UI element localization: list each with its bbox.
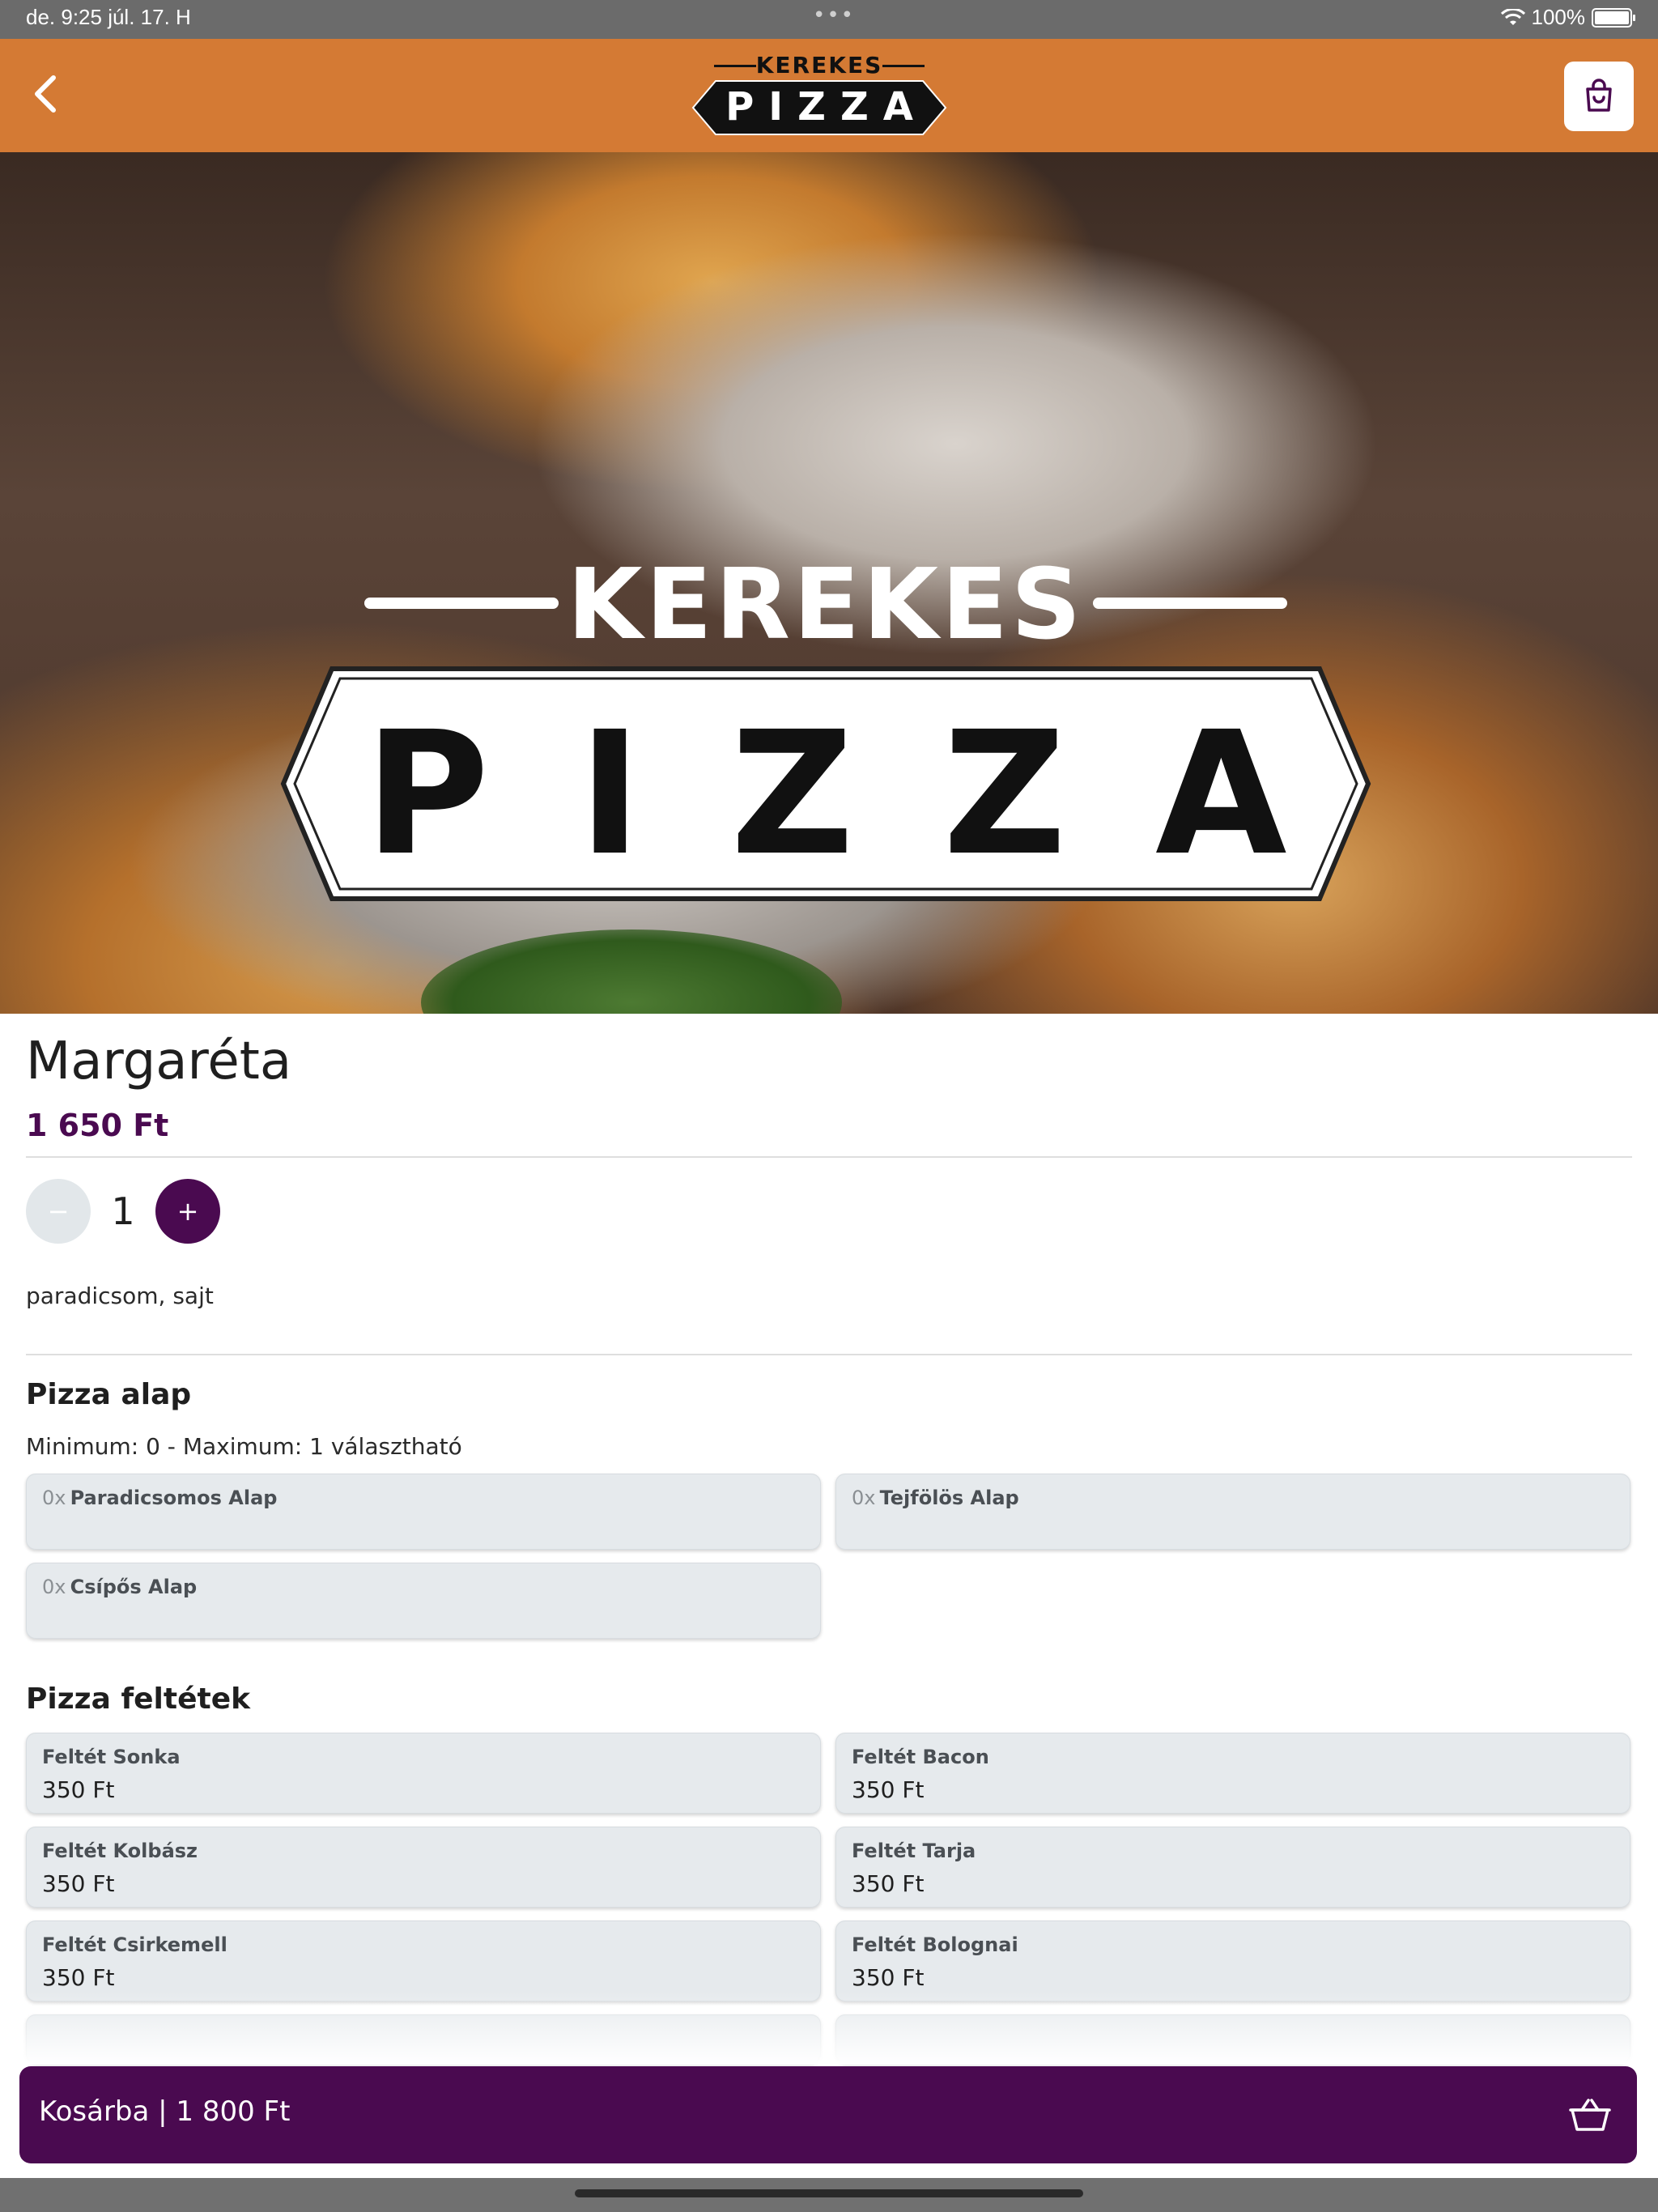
- cart-button[interactable]: [1564, 62, 1634, 131]
- shopping-bag-icon: [1586, 79, 1612, 112]
- status-bar: de. 9:25 júl. 17. H ••• 100%: [0, 0, 1658, 39]
- wifi-icon: [1500, 8, 1525, 25]
- base-section-subtitle: Minimum: 0 - Maximum: 1 választható: [26, 1433, 462, 1460]
- divider: [26, 1156, 1632, 1158]
- home-indicator-bar: [0, 2178, 1658, 2212]
- product-title: Margaréta: [26, 1032, 292, 1091]
- add-to-cart-button[interactable]: Kosárba | 1 800 Ft: [19, 2066, 1637, 2163]
- divider: [26, 1354, 1632, 1355]
- hero-logo: KEREKES PIZZA: [275, 395, 1376, 913]
- option-csipos-alap[interactable]: 0x Csípős Alap: [26, 1563, 821, 1639]
- topping-kolbasz[interactable]: Feltét Kolbász 350 Ft: [26, 1827, 821, 1908]
- topping-tarja[interactable]: Feltét Tarja 350 Ft: [835, 1827, 1630, 1908]
- decrease-quantity-button[interactable]: −: [26, 1179, 91, 1244]
- toppings-section-title: Pizza feltétek: [26, 1682, 251, 1716]
- header-logo-main: PIZZA: [725, 84, 928, 130]
- back-arrow-icon[interactable]: [23, 70, 71, 118]
- hero-logo-top: KEREKES: [567, 549, 1085, 661]
- add-to-cart-label: Kosárba | 1 800 Ft: [39, 2095, 291, 2128]
- home-indicator[interactable]: [575, 2189, 1083, 2197]
- quantity-value: 1: [111, 1189, 135, 1233]
- battery-percent: 100%: [1531, 5, 1586, 29]
- option-paradicsomos-alap[interactable]: 0x Paradicsomos Alap: [26, 1474, 821, 1550]
- topping-sonka[interactable]: Feltét Sonka 350 Ft: [26, 1733, 821, 1814]
- app-header: KEREKES PIZZA: [0, 39, 1658, 152]
- header-logo-top: KEREKES: [755, 52, 883, 79]
- battery-icon: [1592, 7, 1635, 28]
- topping-csirkemell[interactable]: Feltét Csirkemell 350 Ft: [26, 1921, 821, 2001]
- topping-bolognai[interactable]: Feltét Bolognai 350 Ft: [835, 1921, 1630, 2001]
- basket-icon: [1569, 2099, 1611, 2131]
- increase-quantity-button[interactable]: +: [155, 1179, 220, 1244]
- hero-logo-main: PIZZA: [364, 695, 1376, 893]
- product-description: paradicsom, sajt: [26, 1283, 214, 1309]
- topping-bacon[interactable]: Feltét Bacon 350 Ft: [835, 1733, 1630, 1814]
- product-image[interactable]: KEREKES PIZZA: [0, 152, 1658, 1014]
- product-price: 1 650 Ft: [26, 1108, 169, 1143]
- status-time: de. 9:25 júl. 17. H: [26, 5, 191, 29]
- header-logo: KEREKES PIZZA: [690, 52, 949, 141]
- quantity-stepper: − 1 +: [26, 1179, 220, 1244]
- scroll-fade: [0, 1992, 1658, 2065]
- option-tejfolos-alap[interactable]: 0x Tejfölös Alap: [835, 1474, 1630, 1550]
- base-section-title: Pizza alap: [26, 1378, 192, 1411]
- multitask-dots[interactable]: •••: [813, 3, 855, 28]
- status-right: 100%: [1500, 5, 1635, 30]
